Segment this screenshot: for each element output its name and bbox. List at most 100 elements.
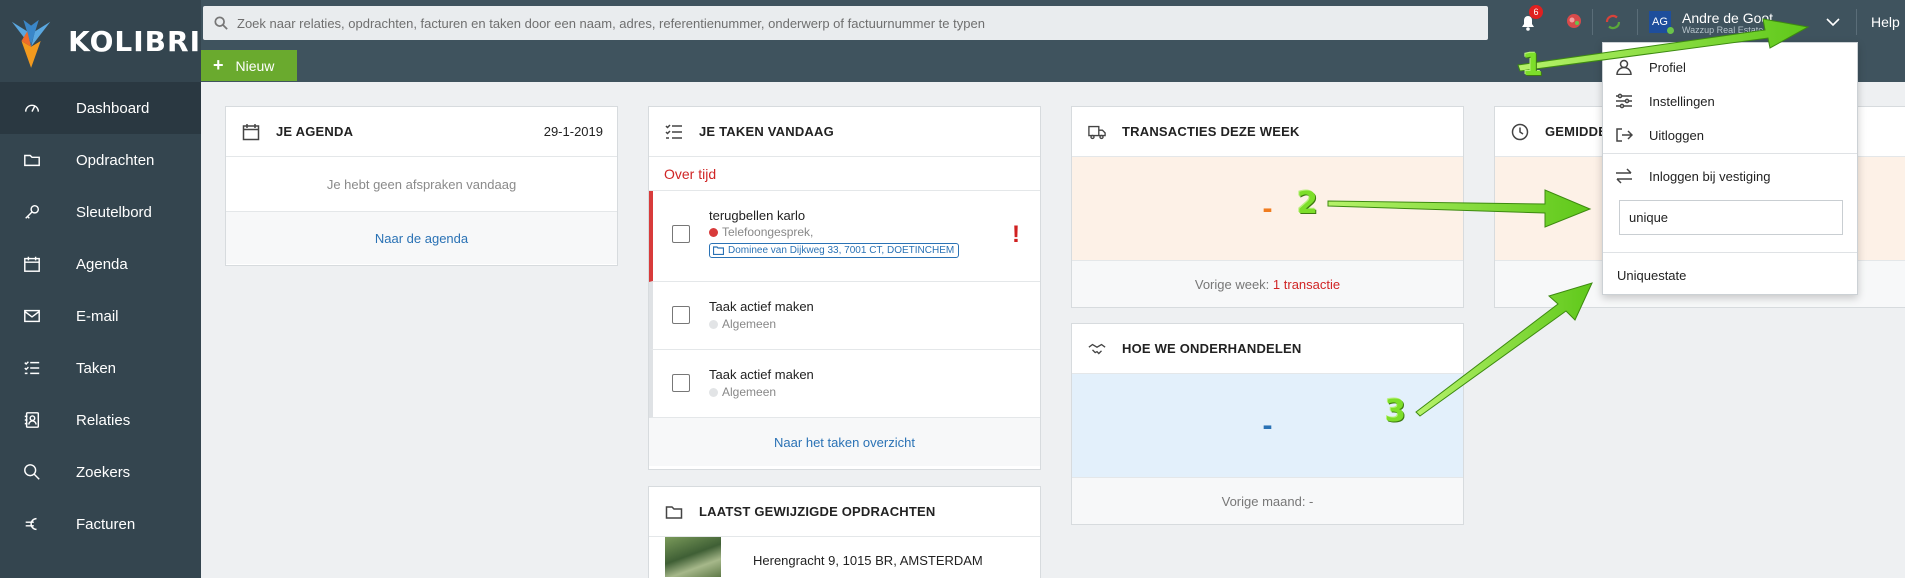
user-company: Wazzup Real Estate <box>1682 25 1764 35</box>
search-icon <box>22 462 42 482</box>
logout-icon <box>1616 128 1633 142</box>
negotiation-card-header: HOE WE ONDERHANDELEN <box>1072 324 1463 374</box>
sidebar-item-label: Agenda <box>76 255 128 273</box>
address-chip-label: Dominee van Dijkweg 33, 7001 CT, DOETINC… <box>728 245 955 256</box>
sidebar-item-label: Relaties <box>76 411 131 429</box>
task-type: Telefoongesprek, <box>709 225 813 239</box>
agenda-card-header: JE AGENDA 29-1-2019 <box>226 107 617 157</box>
sidebar-item-taken[interactable]: Taken <box>0 342 201 394</box>
negotiation-footer: Vorige maand: - <box>1072 477 1463 524</box>
chevron-down-icon[interactable] <box>1825 14 1841 30</box>
divider <box>1856 9 1857 35</box>
status-dot <box>709 387 718 397</box>
menu-divider <box>1603 153 1857 154</box>
clock-icon <box>1511 123 1529 140</box>
recent-address: Herengracht 9, 1015 BR, AMSTERDAM <box>753 553 983 568</box>
task-type: Algemeen <box>709 385 776 399</box>
swap-arrows-icon <box>1616 168 1632 184</box>
key-icon <box>22 202 42 222</box>
menu-item-label: Instellingen <box>1649 93 1715 109</box>
task-checkbox[interactable] <box>672 225 690 243</box>
transactions-card-header: TRANSACTIES DEZE WEEK <box>1072 107 1463 157</box>
truck-icon <box>1088 125 1106 139</box>
recent-assignments-card: LAATST GEWIJZIGDE OPDRACHTEN Herengracht… <box>648 486 1041 578</box>
sidebar-item-zoekers[interactable]: Zoekers <box>0 446 201 498</box>
tasks-icon <box>22 358 42 378</box>
recent-item[interactable]: Herengracht 9, 1015 BR, AMSTERDAM <box>649 537 1040 578</box>
help-link[interactable]: Help <box>1871 14 1900 30</box>
tasks-overview-link[interactable]: Naar het taken overzicht <box>774 435 915 450</box>
tasks-footer: Naar het taken overzicht <box>649 418 1040 466</box>
menu-item-profile[interactable]: Profiel <box>1603 50 1857 84</box>
address-chip[interactable]: Dominee van Dijkweg 33, 7001 CT, DOETINC… <box>709 243 960 258</box>
sidebar-item-sleutelbord[interactable]: Sleutelbord <box>0 186 201 238</box>
handshake-icon <box>1088 343 1106 354</box>
calendar-icon <box>22 254 42 274</box>
task-checkbox[interactable] <box>672 306 690 324</box>
user-menu-dropdown: Profiel Instellingen Uitloggen Inloggen … <box>1602 42 1858 295</box>
priority-icon: ! <box>1012 221 1020 248</box>
annotation-label-2: 2 <box>1297 186 1318 221</box>
task-type: Algemeen <box>709 317 776 331</box>
property-thumbnail <box>665 537 721 577</box>
global-search[interactable] <box>203 6 1488 40</box>
user-name[interactable]: Andre de Goot <box>1682 10 1773 26</box>
folder-icon <box>22 150 42 170</box>
average-title: GEMIDDE <box>1545 124 1608 139</box>
search-input[interactable] <box>237 15 1437 31</box>
sidebar-item-relaties[interactable]: Relaties <box>0 394 201 446</box>
task-title[interactable]: Taak actief maken <box>709 367 814 382</box>
menu-item-settings[interactable]: Instellingen <box>1603 84 1857 118</box>
task-item[interactable]: terugbellen karlo Telefoongesprek, Domin… <box>649 191 1040 282</box>
agenda-empty-state: Je hebt geen afspraken vandaag <box>226 157 617 212</box>
flower-icon[interactable] <box>1563 12 1585 32</box>
transactions-footer-value[interactable]: 1 transactie <box>1273 277 1340 292</box>
new-button[interactable]: + Nieuw <box>201 50 297 81</box>
tasks-card: JE TAKEN VANDAAG Over tijd terugbellen k… <box>648 106 1041 470</box>
branch-result-item[interactable]: Uniquestate <box>1603 258 1857 292</box>
task-item[interactable]: Taak actief maken Algemeen <box>649 350 1040 418</box>
sidebar-item-opdrachten[interactable]: Opdrachten <box>0 134 201 186</box>
task-type-label: Telefoongesprek, <box>722 225 814 239</box>
sidebar-item-label: Dashboard <box>76 99 150 117</box>
sidebar-item-label: Opdrachten <box>76 151 155 169</box>
agenda-footer: Naar de agenda <box>226 212 617 264</box>
transactions-footer-label: Vorige week: <box>1194 276 1270 292</box>
task-title[interactable]: terugbellen karlo <box>709 208 805 223</box>
sidebar-item-agenda[interactable]: Agenda <box>0 238 201 290</box>
gauge-icon <box>22 98 42 118</box>
annotation-label-3: 3 <box>1385 394 1406 429</box>
menu-item-branch-login[interactable]: Inloggen bij vestiging <box>1603 159 1857 193</box>
status-dot <box>709 319 718 329</box>
agenda-date: 29-1-2019 <box>543 124 603 139</box>
new-button-label: Nieuw <box>235 57 275 74</box>
tasks-icon <box>665 123 682 139</box>
menu-item-logout[interactable]: Uitloggen <box>1603 118 1857 152</box>
task-item[interactable]: Taak actief maken Algemeen <box>649 282 1040 350</box>
online-status-dot <box>1667 27 1674 34</box>
menu-item-label: Profiel <box>1649 59 1686 75</box>
sync-icon[interactable] <box>1603 12 1623 32</box>
sidebar-item-facturen[interactable]: Facturen <box>0 498 201 550</box>
transactions-value: - <box>1072 157 1463 260</box>
folder-icon <box>713 246 724 255</box>
tasks-card-header: JE TAKEN VANDAAG <box>649 107 1040 157</box>
sidebar-item-email[interactable]: E-mail <box>0 290 201 342</box>
task-title[interactable]: Taak actief maken <box>709 299 814 314</box>
branch-search-input[interactable] <box>1619 200 1843 235</box>
logo[interactable]: KOLIBRI <box>0 0 201 82</box>
divider <box>1637 9 1638 35</box>
agenda-link[interactable]: Naar de agenda <box>375 231 468 246</box>
tasks-title: JE TAKEN VANDAAG <box>699 124 834 139</box>
sidebar-item-label: E-mail <box>76 307 119 325</box>
search-icon <box>214 16 228 30</box>
sidebar-item-label: Sleutelbord <box>76 203 152 221</box>
sidebar-nav: Dashboard Opdrachten Sleutelbord Agenda … <box>0 82 201 550</box>
agenda-title: JE AGENDA <box>276 124 354 139</box>
sidebar-item-label: Zoekers <box>76 463 131 481</box>
task-checkbox[interactable] <box>672 374 690 392</box>
sidebar-item-label: Taken <box>76 359 117 377</box>
menu-divider <box>1603 252 1857 253</box>
app-name: KOLIBRI <box>68 24 201 58</box>
sidebar-item-dashboard[interactable]: Dashboard <box>0 82 201 134</box>
